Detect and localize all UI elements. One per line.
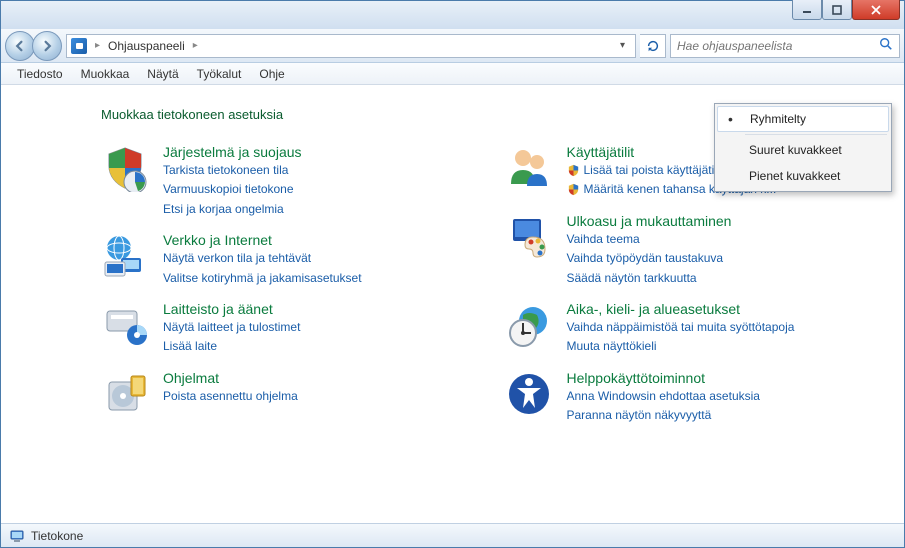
category-hardware: Laitteisto ja äänet Näytä laitteet ja tu… — [101, 301, 475, 356]
system-security-icon — [101, 144, 149, 192]
forward-button[interactable] — [32, 31, 62, 61]
shield-icon — [567, 164, 580, 178]
menu-view[interactable]: Näytä — [139, 65, 186, 83]
category-title[interactable]: Järjestelmä ja suojaus — [163, 144, 302, 160]
shield-icon — [567, 183, 580, 197]
category-region: Aika-, kieli- ja alueasetukset Vaihda nä… — [505, 301, 879, 356]
category-link[interactable]: Vaihda teema — [567, 231, 732, 248]
dropdown-item-small-icons[interactable]: Pienet kuvakkeet — [717, 163, 889, 189]
navigation-bar: ▸ Ohjauspaneeli ▸ ▾ — [1, 29, 904, 63]
menu-bar: Tiedosto Muokkaa Näytä Työkalut Ohje — [1, 63, 904, 85]
menu-file[interactable]: Tiedosto — [9, 65, 71, 83]
category-title[interactable]: Helppokäyttötoiminnot — [567, 370, 760, 386]
titlebar — [1, 1, 904, 29]
category-link[interactable]: Tarkista tietokoneen tila — [163, 162, 302, 179]
network-icon — [101, 232, 149, 280]
category-title[interactable]: Ohjelmat — [163, 370, 298, 386]
category-system-security: Järjestelmä ja suojaus Tarkista tietokon… — [101, 144, 475, 218]
category-link[interactable]: Anna Windowsin ehdottaa asetuksia — [567, 388, 760, 405]
category-link[interactable]: Näytä laitteet ja tulostimet — [163, 319, 300, 336]
close-button[interactable] — [852, 0, 900, 20]
category-link[interactable]: Poista asennettu ohjelma — [163, 388, 298, 405]
dropdown-item-category[interactable]: Ryhmitelty — [717, 106, 889, 132]
users-icon — [505, 144, 553, 192]
nav-buttons — [5, 31, 62, 61]
breadcrumb-separator: ▸ — [193, 40, 198, 51]
programs-icon — [101, 370, 149, 418]
category-link[interactable]: Etsi ja korjaa ongelmia — [163, 201, 302, 218]
refresh-button[interactable] — [640, 34, 666, 58]
category-appearance: Ulkoasu ja mukauttaminen Vaihda teema Va… — [505, 213, 879, 287]
category-link[interactable]: Vaihda näppäimistöä tai muita syöttötapo… — [567, 319, 795, 336]
category-link[interactable]: Säädä näytön tarkkuutta — [567, 270, 732, 287]
computer-icon — [9, 528, 25, 544]
column-left: Järjestelmä ja suojaus Tarkista tietokon… — [101, 144, 475, 425]
accessibility-icon — [505, 370, 553, 418]
content-area: Muokkaa tietokoneen asetuksia Näkymä: Ry… — [1, 85, 904, 523]
control-panel-icon — [71, 38, 87, 54]
category-link[interactable]: Varmuuskopioi tietokone — [163, 181, 302, 198]
category-link[interactable]: Muuta näyttökieli — [567, 338, 795, 355]
menu-help[interactable]: Ohje — [251, 65, 292, 83]
category-programs: Ohjelmat Poista asennettu ohjelma — [101, 370, 475, 418]
maximize-button[interactable] — [822, 0, 852, 20]
page-title: Muokkaa tietokoneen asetuksia — [101, 107, 283, 122]
menu-tools[interactable]: Työkalut — [189, 65, 250, 83]
search-box[interactable] — [670, 34, 900, 58]
category-accessibility: Helppokäyttötoiminnot Anna Windowsin ehd… — [505, 370, 879, 425]
control-panel-window: ▸ Ohjauspaneeli ▸ ▾ Tiedosto Muokkaa Näy… — [0, 0, 905, 548]
search-icon[interactable] — [879, 37, 893, 54]
status-bar: Tietokone — [1, 523, 904, 547]
category-link[interactable]: Paranna näytön näkyvyyttä — [567, 407, 760, 424]
window-buttons — [792, 0, 900, 20]
dropdown-separator — [745, 134, 887, 135]
category-link[interactable]: Näytä verkon tila ja tehtävät — [163, 250, 362, 267]
category-title[interactable]: Laitteisto ja äänet — [163, 301, 300, 317]
category-link[interactable]: Lisää laite — [163, 338, 300, 355]
hardware-icon — [101, 301, 149, 349]
minimize-button[interactable] — [792, 0, 822, 20]
view-dropdown-menu: Ryhmitelty Suuret kuvakkeet Pienet kuvak… — [714, 103, 892, 192]
clock-region-icon — [505, 301, 553, 349]
address-dropdown-icon[interactable]: ▾ — [614, 40, 631, 51]
back-button[interactable] — [5, 31, 35, 61]
category-title[interactable]: Aika-, kieli- ja alueasetukset — [567, 301, 795, 317]
category-title[interactable]: Ulkoasu ja mukauttaminen — [567, 213, 732, 229]
address-bar[interactable]: ▸ Ohjauspaneeli ▸ ▾ — [66, 34, 636, 58]
category-title[interactable]: Verkko ja Internet — [163, 232, 362, 248]
dropdown-item-large-icons[interactable]: Suuret kuvakkeet — [717, 137, 889, 163]
breadcrumb-separator: ▸ — [95, 40, 100, 51]
appearance-icon — [505, 213, 553, 261]
category-link[interactable]: Vaihda työpöydän taustakuva — [567, 250, 732, 267]
category-link[interactable]: Valitse kotiryhmä ja jakamisasetukset — [163, 270, 362, 287]
breadcrumb-item[interactable]: Ohjauspaneeli — [108, 39, 185, 53]
search-input[interactable] — [677, 39, 879, 53]
status-text: Tietokone — [31, 529, 83, 543]
category-network: Verkko ja Internet Näytä verkon tila ja … — [101, 232, 475, 287]
menu-edit[interactable]: Muokkaa — [73, 65, 138, 83]
